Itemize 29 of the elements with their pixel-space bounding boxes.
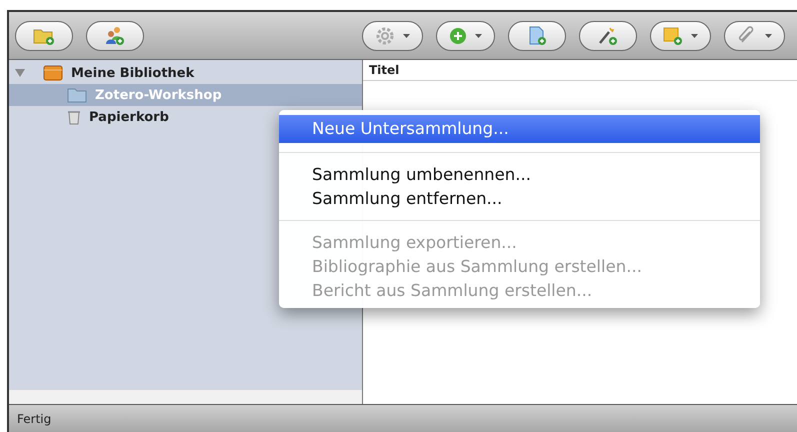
toolbar-button[interactable] [436, 20, 495, 50]
menu-item[interactable]: Neue Untersammlung... [279, 115, 760, 143]
toolbar-button[interactable] [508, 20, 566, 50]
wand-plus-icon [598, 26, 618, 46]
toolbar-button[interactable] [86, 20, 144, 50]
toolbar-button[interactable] [724, 20, 785, 50]
document-plus-icon [527, 26, 547, 46]
folder-icon [67, 87, 87, 103]
people-plus-icon [104, 26, 126, 46]
caret-icon [403, 34, 410, 38]
trash-icon [67, 109, 81, 125]
toolbar-button[interactable] [579, 20, 637, 50]
tree-item[interactable]: Meine Bibliothek [9, 62, 362, 84]
settings-icon [375, 26, 395, 46]
menu-item[interactable]: Sammlung umbenennen... [279, 163, 760, 187]
folder-plus-icon [33, 26, 55, 44]
toolbar-button[interactable] [15, 20, 73, 50]
caret-icon [691, 34, 698, 38]
caret-icon [765, 34, 772, 38]
note-plus-icon [663, 26, 683, 46]
column-header[interactable]: Titel [369, 63, 400, 77]
caret-icon [475, 34, 482, 38]
menu-item[interactable]: Sammlung entfernen... [279, 187, 760, 211]
toolbar-button[interactable] [362, 20, 423, 50]
library-icon [43, 65, 63, 81]
resize-handle[interactable] [9, 390, 362, 404]
status-text: Fertig [17, 412, 52, 426]
toolbar-button[interactable] [650, 20, 711, 50]
plus-circle-icon [449, 26, 467, 44]
